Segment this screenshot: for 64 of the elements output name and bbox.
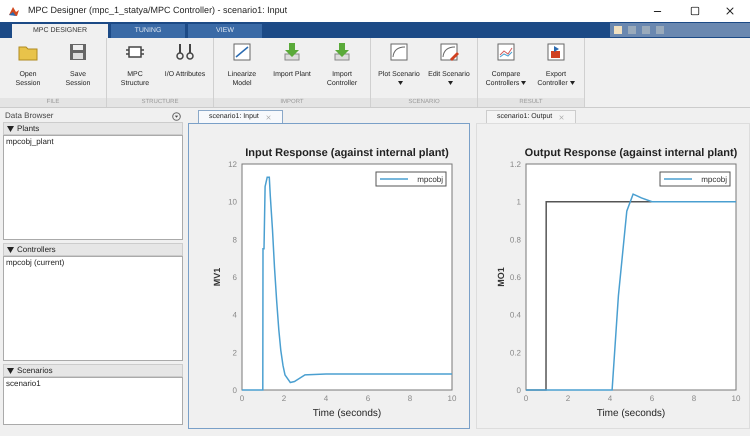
window-title: MPC Designer (mpc_1_statya/MPC Controller) - scenario1: Input [28, 4, 288, 18]
y-tick-label: 2 [232, 348, 237, 358]
y-axis-label: MO1 [496, 267, 506, 287]
collapse-icon [172, 112, 181, 120]
x-tick-label: 0 [524, 394, 528, 403]
y-tick-label: 0 [516, 386, 521, 395]
line-graph-icon [231, 42, 253, 62]
x-tick-label: 8 [408, 394, 412, 403]
x-tick-label: 2 [282, 394, 286, 403]
section-header[interactable]: Plants [3, 122, 183, 135]
list-item[interactable]: scenario1 [6, 378, 180, 389]
y-tick-label: 4 [232, 310, 237, 320]
close-icon [724, 5, 736, 17]
close-tab-icon [558, 114, 566, 120]
compare-chart-icon [495, 42, 517, 62]
y-tick-label: 1.2 [510, 160, 521, 169]
x-tick-label: 4 [608, 394, 612, 403]
chart-legend: mpcobj [376, 172, 446, 186]
y-tick-label: 0.6 [510, 273, 521, 282]
plot-icon [388, 42, 410, 62]
list-item[interactable]: mpcobj (current) [6, 257, 180, 268]
list-item[interactable]: mpcobj_plant [6, 136, 180, 147]
edit-plot-icon [438, 42, 460, 62]
section-header[interactable]: Scenarios [3, 364, 183, 377]
expanded-arrow-icon [7, 368, 14, 374]
legend-label: mpcobj [417, 175, 444, 184]
y-tick-label: 0.8 [510, 235, 521, 244]
x-tick-label: 0 [240, 394, 244, 403]
connector-icon [174, 42, 196, 62]
caret-icon [521, 81, 526, 86]
panel-title: Data Browser [5, 110, 54, 122]
caret-icon [570, 81, 575, 86]
close-tab-icon [264, 114, 272, 120]
y-tick-label: 12 [228, 160, 237, 169]
y-tick-label: 10 [228, 198, 237, 207]
y-tick-label: 0.4 [510, 310, 521, 320]
x-tick-label: 6 [650, 394, 654, 403]
expanded-arrow-icon [7, 126, 14, 132]
maximize-icon [690, 6, 700, 16]
x-tick-label: 6 [366, 394, 370, 403]
save-icon [67, 42, 89, 62]
y-tick-label: 8 [232, 235, 237, 244]
y-tick-label: 0.2 [510, 348, 521, 358]
x-tick-label: 10 [448, 394, 456, 403]
chart-title: Input Response (against internal plant) [245, 147, 449, 159]
caret-icon [448, 81, 452, 86]
chart-legend: mpcobj [660, 172, 730, 186]
y-tick-label: 1 [516, 198, 521, 207]
chart-title: Output Response (against internal plant) [524, 147, 738, 159]
x-axis-label: Time (seconds) [312, 408, 382, 419]
x-axis-label: Time (seconds) [596, 408, 666, 419]
y-tick-label: 6 [232, 273, 237, 282]
caret-icon [398, 81, 402, 86]
x-tick-label: 8 [692, 394, 696, 403]
legend-label: mpcobj [701, 175, 728, 184]
x-tick-label: 10 [732, 394, 740, 403]
app-logo-icon [8, 5, 20, 17]
export-icon [545, 42, 567, 62]
expanded-arrow-icon [7, 246, 14, 252]
y-axis-label: MV1 [212, 268, 222, 286]
y-tick-label: 0 [232, 386, 237, 395]
x-tick-label: 4 [324, 394, 328, 403]
x-tick-label: 2 [566, 394, 570, 403]
section-header[interactable]: Controllers [3, 243, 183, 256]
